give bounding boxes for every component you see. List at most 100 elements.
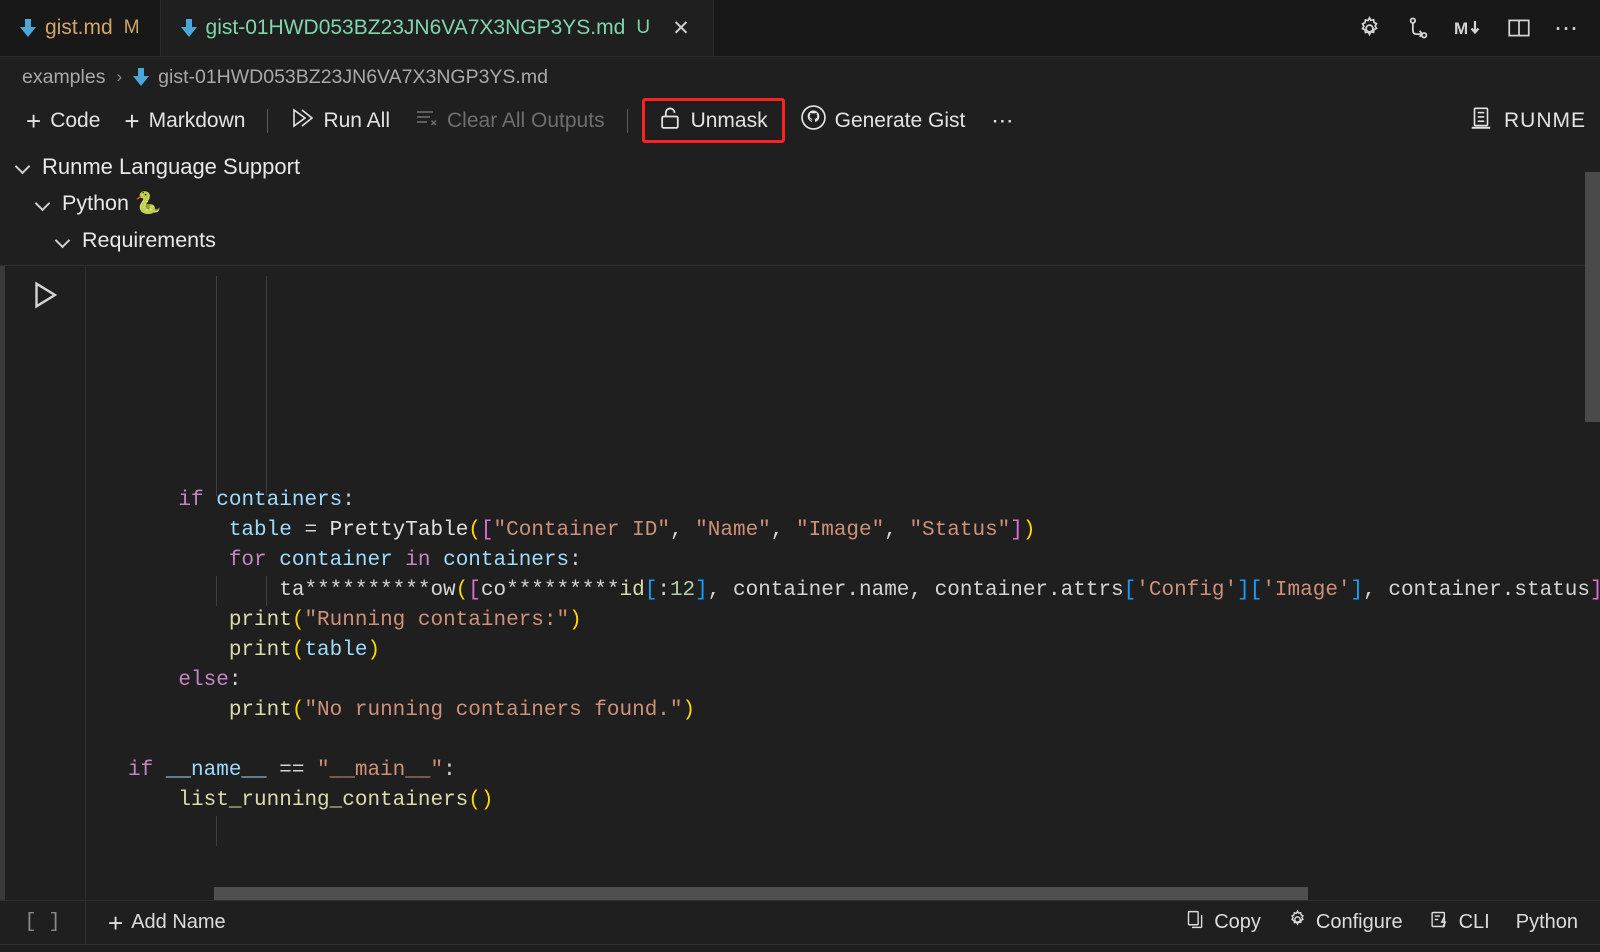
clear-all-outputs-label: Clear All Outputs [447, 109, 605, 133]
code-token: print [229, 699, 292, 722]
editor-tab-badge-untracked: U [636, 17, 650, 39]
code-token: 'Config' [1136, 579, 1237, 602]
code-indent [128, 699, 229, 722]
clear-outputs-icon [414, 107, 438, 135]
code-line[interactable]: if containers: [86, 486, 1600, 516]
notebook-code-cell: if containers: table = PrettyTable(["Con… [0, 265, 1600, 901]
add-name-button[interactable]: + Add Name [86, 910, 226, 936]
code-line[interactable]: else: [86, 666, 1600, 696]
heading-requirements[interactable]: Requirements [0, 222, 1600, 259]
download-arrow-icon [20, 19, 36, 37]
add-markdown-cell-button[interactable]: + Markdown [112, 104, 257, 138]
code-token: : [229, 669, 242, 692]
add-code-cell-button[interactable]: + Code [14, 104, 112, 138]
split-editor-icon[interactable] [1506, 15, 1532, 41]
code-token: "__main__" [317, 759, 443, 782]
cell-footer-toolbar: [ ] + Add Name Copy [0, 901, 1600, 945]
more-actions-icon[interactable]: ⋯ [1554, 14, 1580, 43]
indent-guide [216, 816, 217, 846]
editor-tab-gist-01hwd053[interactable]: gist-01HWD053BZ23JN6VA7X3NGP3YS.md U ✕ [161, 0, 715, 56]
plus-icon: + [124, 108, 139, 134]
code-line[interactable] [86, 726, 1600, 756]
code-editor[interactable]: if containers: table = PrettyTable(["Con… [86, 266, 1600, 900]
code-line[interactable]: list_running_containers() [86, 786, 1600, 816]
editor-vertical-scrollbar[interactable] [1585, 57, 1600, 952]
chevron-down-icon[interactable] [16, 159, 32, 175]
plus-icon: + [108, 910, 123, 936]
source-control-icon[interactable] [1405, 15, 1432, 42]
code-line[interactable]: for container in containers: [86, 546, 1600, 576]
gear-icon[interactable] [1356, 15, 1383, 42]
editor-tab-badge-modified: M [124, 17, 140, 39]
download-arrow-icon [181, 19, 197, 37]
heading-label: Requirements [82, 228, 216, 253]
code-token: ) [1023, 519, 1036, 542]
scrollbar-thumb[interactable] [214, 887, 1308, 900]
generate-gist-button[interactable]: Generate Gist [789, 101, 978, 140]
code-token: if [128, 759, 166, 782]
code-line[interactable]: print("No running containers found.") [86, 696, 1600, 726]
run-cell-button[interactable] [28, 278, 62, 312]
code-token: [ [1250, 579, 1263, 602]
code-token: , container.name, container.attrs [708, 579, 1124, 602]
code-token: if [178, 489, 216, 512]
unlock-icon [659, 105, 682, 136]
clear-all-outputs-button[interactable]: Clear All Outputs [402, 103, 617, 139]
code-token: ) [683, 699, 696, 722]
code-indent [128, 519, 229, 542]
code-indent [128, 609, 229, 632]
toolbar-more-icon[interactable]: ⋯ [977, 104, 1029, 138]
add-code-cell-label: Code [50, 109, 100, 133]
code-line[interactable]: ta**********ow([co*********id[:12], cont… [86, 576, 1600, 606]
code-token: "Name" [695, 519, 771, 542]
configure-label: Configure [1316, 911, 1403, 934]
code-token: [ [481, 519, 494, 542]
configure-button[interactable]: Configure [1287, 909, 1403, 936]
cli-button[interactable]: CLI [1429, 909, 1490, 936]
code-token: , container.status [1363, 579, 1590, 602]
code-token: "Status" [909, 519, 1010, 542]
runme-kernel-icon [1468, 105, 1494, 137]
editor-tab-gist[interactable]: gist.md M [0, 0, 161, 56]
close-icon[interactable]: ✕ [669, 18, 693, 39]
cell-footer-actions: Copy Configure [1185, 909, 1600, 936]
code-line[interactable]: print(table) [86, 636, 1600, 666]
language-selector[interactable]: Python [1516, 911, 1578, 934]
heading-python[interactable]: Python 🐍 [0, 185, 1600, 222]
unmask-button[interactable]: Unmask [642, 98, 785, 143]
cell-content: if containers: table = PrettyTable(["Con… [86, 266, 1600, 900]
code-token: ) [569, 609, 582, 632]
code-token: = [304, 519, 329, 542]
code-token: ) [481, 789, 494, 812]
heading-label: Python 🐍 [62, 191, 162, 216]
run-all-button[interactable]: Run All [278, 103, 402, 139]
code-token: , [670, 519, 695, 542]
code-token: [ [645, 579, 658, 602]
chevron-down-icon[interactable] [36, 196, 52, 212]
code-token: : [657, 579, 670, 602]
code-line[interactable]: print("Running containers:") [86, 606, 1600, 636]
kernel-selector[interactable]: RUNME [1468, 105, 1586, 137]
copy-button[interactable]: Copy [1185, 909, 1261, 936]
code-line[interactable]: table = PrettyTable(["Container ID", "Na… [86, 516, 1600, 546]
breadcrumb-folder[interactable]: examples [22, 66, 105, 89]
code-token: ( [292, 639, 305, 662]
cell-gutter [0, 266, 86, 900]
code-token: [ [468, 579, 481, 602]
code-token: list_running_containers [178, 789, 468, 812]
markdown-preview-icon[interactable]: M [1454, 16, 1484, 40]
toolbar-divider [267, 109, 268, 133]
cli-icon [1429, 909, 1451, 936]
heading-runme-language-support[interactable]: Runme Language Support [0, 148, 1600, 185]
code-line[interactable]: if __name__ == "__main__": [86, 756, 1600, 786]
code-token: print [229, 639, 292, 662]
breadcrumb-file[interactable]: gist-01HWD053BZ23JN6VA7X3NGP3YS.md [158, 66, 548, 89]
output-horizontal-scrollbar[interactable] [128, 887, 1270, 900]
cell-focus-indicator [0, 266, 5, 900]
scrollbar-thumb[interactable] [1585, 172, 1600, 422]
chevron-right-icon: › [116, 67, 122, 87]
editor-tab-label: gist.md [45, 16, 113, 40]
chevron-down-icon[interactable] [56, 233, 72, 249]
code-indent [128, 489, 178, 512]
code-token: ) [367, 639, 380, 662]
